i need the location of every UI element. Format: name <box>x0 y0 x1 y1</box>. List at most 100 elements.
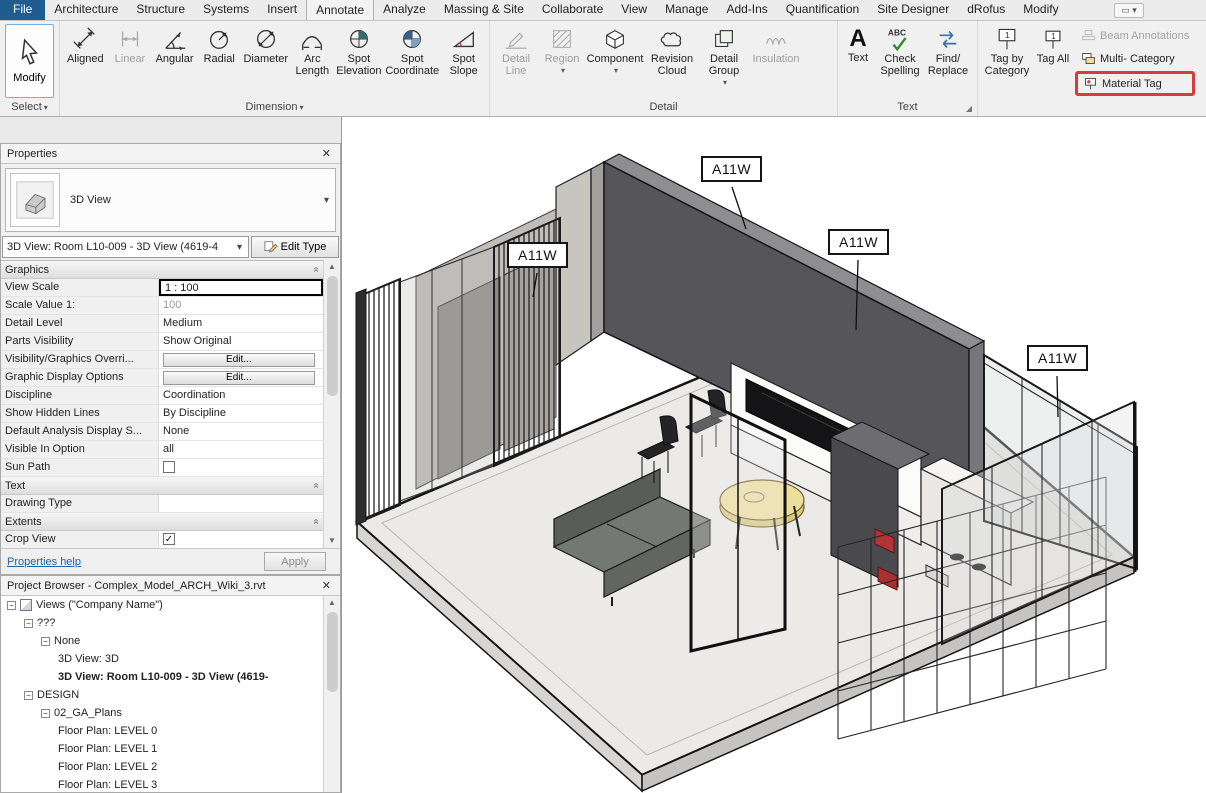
tab-insert[interactable]: Insert <box>258 0 306 20</box>
beam-annotations-button[interactable]: Beam Annotations <box>1075 25 1195 46</box>
tree-item[interactable]: −02_GA_Plans <box>1 704 323 722</box>
prop-value[interactable]: all <box>159 441 323 458</box>
tree-item[interactable]: −??? <box>1 614 323 632</box>
prop-value[interactable]: Medium <box>159 315 323 332</box>
tab-architecture[interactable]: Architecture <box>45 0 127 20</box>
type-selector[interactable]: 3D View ▾ <box>5 168 336 232</box>
tab-manage[interactable]: Manage <box>656 0 717 20</box>
project-browser-close-icon[interactable]: ✕ <box>319 579 334 592</box>
properties-title-bar[interactable]: Properties ✕ <box>1 144 340 164</box>
wall-tag-4[interactable]: A11W <box>1027 345 1088 371</box>
prop-value[interactable] <box>159 495 323 512</box>
radial-button[interactable]: Radial <box>197 23 242 66</box>
tab-collaborate[interactable]: Collaborate <box>533 0 612 20</box>
panel-label-dimension[interactable]: Dimension▾ <box>60 100 489 116</box>
tree-item[interactable]: Floor Plan: LEVEL 1 <box>1 740 323 758</box>
linear-button[interactable]: Linear <box>108 23 153 66</box>
project-browser-scrollbar[interactable]: ▲ <box>323 596 340 792</box>
drawing-area[interactable]: A11W A11W A11W A11W <box>341 117 1206 793</box>
tab-view[interactable]: View <box>612 0 656 20</box>
tree-item[interactable]: Floor Plan: LEVEL 2 <box>1 758 323 776</box>
prop-value[interactable]: Edit... <box>159 351 323 368</box>
spot-slope-button[interactable]: Spot Slope <box>441 23 486 78</box>
prop-value[interactable]: 1 : 100 <box>159 279 323 296</box>
angular-button[interactable]: Angular <box>152 23 197 66</box>
detail-line-button[interactable]: Detail Line <box>493 23 539 78</box>
tree-expander-icon[interactable]: − <box>24 619 33 628</box>
prop-value[interactable]: 100 <box>159 297 323 314</box>
properties-scrollbar[interactable]: ▲ ▼ <box>323 260 340 548</box>
panel-label-select[interactable]: Select▾ <box>0 100 59 116</box>
spot-coordinate-button[interactable]: Spot Coordinate <box>383 23 441 78</box>
apply-button[interactable]: Apply <box>264 552 326 571</box>
revision-cloud-button[interactable]: Revision Cloud <box>645 23 699 78</box>
aligned-button[interactable]: Aligned <box>63 23 108 66</box>
material-tag-button[interactable]: Material Tag <box>1075 71 1195 96</box>
wall-tag-1[interactable]: A11W <box>701 156 762 182</box>
tab-add-ins[interactable]: Add-Ins <box>717 0 776 20</box>
tag-by-category-button[interactable]: 1 Tag by Category <box>981 23 1033 78</box>
check-spelling-button[interactable]: ABC Check Spelling <box>875 23 925 78</box>
diameter-button[interactable]: Diameter <box>242 23 291 66</box>
section-collapse-icon[interactable]: » <box>311 267 322 273</box>
section-header-graphics[interactable]: Graphics» <box>1 261 323 279</box>
type-selector-chevron-down-icon[interactable]: ▾ <box>318 195 335 206</box>
view-instance-combo[interactable]: 3D View: Room L10-009 - 3D View (4619-4 … <box>2 236 249 258</box>
scroll-down-icon[interactable]: ▼ <box>324 534 340 548</box>
prop-value[interactable]: Coordination <box>159 387 323 404</box>
section-header-text[interactable]: Text» <box>1 477 323 495</box>
tab-drofus[interactable]: dRofus <box>958 0 1014 20</box>
prop-value[interactable]: Edit... <box>159 369 323 386</box>
combo-chevron-down-icon[interactable]: ▾ <box>231 242 248 253</box>
project-browser-title-bar[interactable]: Project Browser - Complex_Model_ARCH_Wik… <box>1 576 340 596</box>
section-header-extents[interactable]: Extents» <box>1 513 323 531</box>
insulation-button[interactable]: Insulation <box>749 23 803 66</box>
multi-category-button[interactable]: Multi- Category <box>1075 48 1195 69</box>
tree-item[interactable]: Floor Plan: LEVEL 0 <box>1 722 323 740</box>
file-menu-button[interactable]: File <box>0 0 45 20</box>
tab-modify[interactable]: Modify <box>1014 0 1067 20</box>
section-collapse-icon[interactable]: » <box>311 519 322 525</box>
wall-tag-2[interactable]: A11W <box>507 242 568 268</box>
region-button[interactable]: Region▾ <box>539 23 585 78</box>
prop-value[interactable]: ✓ <box>159 531 323 548</box>
tab-annotate[interactable]: Annotate <box>306 0 374 20</box>
modify-button[interactable]: Modify <box>5 24 54 98</box>
prop-value[interactable]: Show Original <box>159 333 323 350</box>
tree-expander-icon[interactable]: − <box>7 601 16 610</box>
find-replace-button[interactable]: Find/ Replace <box>925 23 971 78</box>
tab-massing-site[interactable]: Massing & Site <box>435 0 533 20</box>
detail-group-button[interactable]: Detail Group▾ <box>699 23 749 90</box>
tab-analyze[interactable]: Analyze <box>374 0 435 20</box>
tree-item[interactable]: −None <box>1 632 323 650</box>
prop-value[interactable]: None <box>159 423 323 440</box>
scroll-up-icon[interactable]: ▲ <box>324 260 340 274</box>
prop-value[interactable]: By Discipline <box>159 405 323 422</box>
tab-site-designer[interactable]: Site Designer <box>868 0 958 20</box>
edit-type-button[interactable]: Edit Type <box>251 236 339 258</box>
panel-label-text[interactable]: Text◢ <box>838 100 977 116</box>
edit-button[interactable]: Edit... <box>163 371 315 385</box>
tab-quantification[interactable]: Quantification <box>777 0 868 20</box>
prop-value[interactable] <box>159 459 323 476</box>
tree-expander-icon[interactable]: − <box>24 691 33 700</box>
tree-expander-icon[interactable]: − <box>41 709 50 718</box>
tree-item[interactable]: 3D View: Room L10-009 - 3D View (4619- <box>1 668 323 686</box>
component-button[interactable]: Component▾ <box>585 23 645 78</box>
tree-expander-icon[interactable]: − <box>41 637 50 646</box>
tag-all-button[interactable]: 1 Tag All <box>1033 23 1073 66</box>
tree-item[interactable]: −Views ("Company Name") <box>1 596 323 614</box>
tree-item[interactable]: −DESIGN <box>1 686 323 704</box>
dialog-launcher-icon[interactable]: ◢ <box>964 104 974 114</box>
properties-help-link[interactable]: Properties help <box>7 556 264 568</box>
spot-elevation-button[interactable]: Spot Elevation <box>335 23 384 78</box>
tree-scrollbar-thumb[interactable] <box>327 612 338 692</box>
arc-length-button[interactable]: Arc Length <box>290 23 335 78</box>
tab-systems[interactable]: Systems <box>194 0 258 20</box>
ribbon-display-toggle[interactable]: ▭ ▾ <box>1114 3 1144 18</box>
section-collapse-icon[interactable]: » <box>311 483 322 489</box>
tab-structure[interactable]: Structure <box>127 0 194 20</box>
panel-label-detail[interactable]: Detail <box>490 100 837 116</box>
tree-item[interactable]: Floor Plan: LEVEL 3 <box>1 776 323 792</box>
checkbox[interactable]: ✓ <box>163 533 175 545</box>
